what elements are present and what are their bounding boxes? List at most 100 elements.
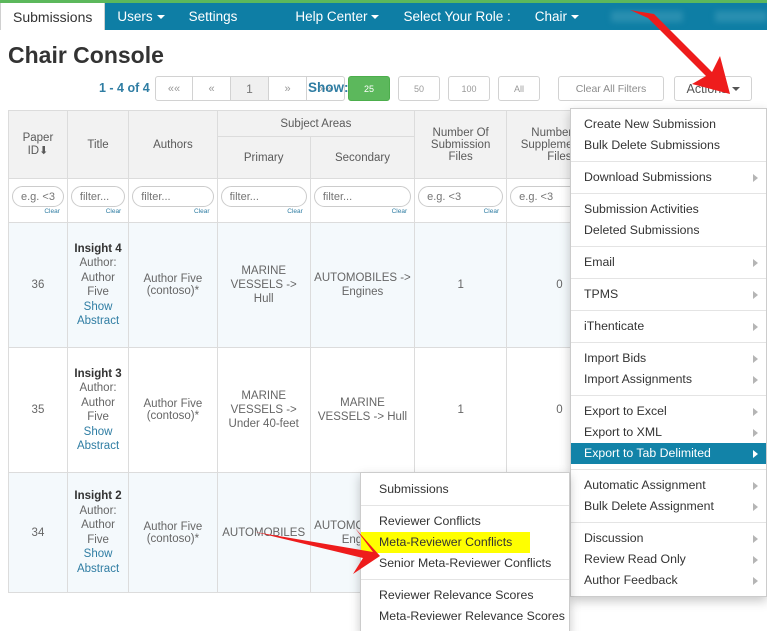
menu-item-download-submissions[interactable]: Download Submissions — [571, 167, 766, 188]
page-size-50-button[interactable]: 50 — [398, 76, 440, 101]
table-toolbar: 1 - 4 of 4 «« « 1 » »» Show: 25 50 100 A… — [0, 76, 767, 104]
column-header-secondary[interactable]: Secondary — [309, 136, 416, 179]
cell-paper-id[interactable]: 34 — [8, 472, 68, 593]
filter-input-paper-id[interactable] — [12, 186, 64, 207]
column-header-authors[interactable]: Authors — [128, 110, 218, 179]
menu-item-ithenticate[interactable]: iThenticate — [571, 316, 766, 337]
menu-item-label: Review Read Only — [584, 552, 686, 566]
nav-item-submissions[interactable]: Submissions — [0, 3, 106, 30]
submenu-item-senior-meta-reviewer-conflicts[interactable]: Senior Meta-Reviewer Conflicts — [361, 553, 569, 574]
filter-input-title[interactable] — [70, 186, 126, 207]
filter-input-submission-files[interactable] — [418, 186, 504, 207]
menu-item-bulk-delete-submissions[interactable]: Bulk Delete Submissions — [571, 135, 766, 156]
filter-clear-authors[interactable]: Clear — [132, 208, 213, 215]
menu-item-import-bids[interactable]: Import Bids — [571, 348, 766, 369]
submenu-item-meta-reviewer-relevance-scores[interactable]: Meta-Reviewer Relevance Scores — [361, 606, 569, 627]
chevron-down-icon — [156, 14, 165, 19]
menu-item-submission-activities[interactable]: Submission Activities — [571, 199, 766, 220]
menu-item-label: Export to Excel — [584, 404, 667, 418]
filter-input-secondary[interactable] — [313, 186, 412, 207]
filter-input-primary[interactable] — [220, 186, 307, 207]
submenu-item-meta-reviewer-conflicts[interactable]: Meta-Reviewer Conflicts — [361, 532, 531, 553]
filter-input-authors[interactable] — [132, 186, 214, 207]
menu-item-export-to-excel[interactable]: Export to Excel — [571, 401, 766, 422]
abstract-link[interactable]: Abstract — [71, 562, 125, 577]
export-tab-delimited-submenu: Submissions Reviewer Conflicts Meta-Revi… — [360, 472, 570, 631]
column-header-paper-id[interactable]: Paper ID⬇ — [8, 110, 68, 179]
nav-item-users[interactable]: Users — [105, 3, 176, 30]
menu-divider — [571, 522, 766, 523]
filter-cell-primary: Clear — [216, 178, 311, 223]
pager-first-button[interactable]: «« — [155, 76, 193, 101]
cell-primary-subject: MARINE VESSELS -> Hull — [216, 222, 311, 348]
menu-item-author-feedback[interactable]: Author Feedback — [571, 570, 766, 591]
show-link[interactable]: Show — [71, 547, 125, 562]
cell-paper-id[interactable]: 36 — [8, 222, 68, 348]
page-size-100-button[interactable]: 100 — [448, 76, 490, 101]
cell-submission-files[interactable]: 1 — [414, 222, 508, 348]
menu-item-label: TPMS — [584, 287, 619, 301]
cell-title: Insight 2 Author: Author Five Show Abstr… — [66, 472, 130, 593]
redacted-user-name — [611, 11, 684, 22]
menu-item-label: Export to XML — [584, 425, 662, 439]
chevron-right-icon — [753, 174, 758, 182]
show-link[interactable]: Show — [71, 425, 125, 440]
menu-item-review-read-only[interactable]: Review Read Only — [571, 549, 766, 570]
chevron-down-icon — [371, 14, 380, 19]
filter-clear-secondary[interactable]: Clear — [314, 208, 411, 215]
menu-item-automatic-assignment[interactable]: Automatic Assignment — [571, 475, 766, 496]
menu-divider — [571, 161, 766, 162]
menu-item-export-to-xml[interactable]: Export to XML — [571, 422, 766, 443]
page-size-all-button[interactable]: All — [498, 76, 540, 101]
pager-next-button[interactable]: » — [269, 76, 307, 101]
show-link[interactable]: Show — [71, 300, 125, 315]
submenu-item-reviewer-conflicts[interactable]: Reviewer Conflicts — [361, 511, 569, 532]
menu-item-tpms[interactable]: TPMS — [571, 284, 766, 305]
column-header-title[interactable]: Title — [66, 110, 130, 179]
author-line: Author: Author Five — [79, 382, 117, 423]
actions-dropdown-menu: Create New Submission Bulk Delete Submis… — [570, 108, 767, 597]
menu-item-deleted-submissions[interactable]: Deleted Submissions — [571, 220, 766, 241]
nav-item-settings[interactable]: Settings — [177, 3, 250, 30]
cell-submission-files[interactable]: 1 — [414, 347, 508, 473]
menu-item-create-new-submission[interactable]: Create New Submission — [571, 114, 766, 135]
filter-clear-paper-id[interactable]: Clear — [12, 208, 64, 215]
pager-page-1-button[interactable]: 1 — [231, 76, 269, 101]
menu-item-label: Author Feedback — [584, 573, 678, 587]
cell-title: Insight 3 Author: Author Five Show Abstr… — [66, 347, 130, 473]
menu-item-label: Import Bids — [584, 351, 647, 365]
chevron-right-icon — [753, 291, 758, 299]
abstract-link[interactable]: Abstract — [71, 439, 125, 454]
filter-clear-title[interactable]: Clear — [71, 208, 125, 215]
nav-item-label: Help Center — [295, 9, 368, 24]
chevron-right-icon — [753, 450, 758, 458]
cell-secondary-subject: AUTOMOBILES -> Engines — [309, 222, 416, 348]
nav-item-label: Users — [117, 9, 153, 24]
page-size-25-button[interactable]: 25 — [348, 76, 390, 101]
menu-item-label: Download Submissions — [584, 170, 712, 184]
pager-prev-button[interactable]: « — [193, 76, 231, 101]
menu-item-email[interactable]: Email — [571, 252, 766, 273]
cell-paper-id[interactable]: 35 — [8, 347, 68, 473]
menu-item-export-to-tab-delimited[interactable]: Export to Tab Delimited — [571, 443, 766, 464]
menu-divider — [361, 579, 569, 580]
nav-item-label: Submissions — [13, 8, 93, 25]
submenu-item-reviewer-relevance-scores[interactable]: Reviewer Relevance Scores — [361, 585, 569, 606]
submenu-item-submissions[interactable]: Submissions — [361, 479, 569, 500]
menu-item-discussion[interactable]: Discussion — [571, 528, 766, 549]
chevron-right-icon — [753, 355, 758, 363]
abstract-link[interactable]: Abstract — [71, 314, 125, 329]
column-header-submission-files[interactable]: Number Of Submission Files — [414, 110, 508, 179]
clear-all-filters-button[interactable]: Clear All Filters — [558, 76, 664, 101]
menu-item-bulk-delete-assignment[interactable]: Bulk Delete Assignment — [571, 496, 766, 517]
cell-authors: Author Five (contoso)* — [128, 347, 218, 473]
nav-item-role-chair[interactable]: Chair — [523, 3, 591, 30]
column-header-primary[interactable]: Primary — [216, 136, 311, 179]
filter-clear-submission-files[interactable]: Clear — [418, 208, 503, 215]
filter-clear-primary[interactable]: Clear — [221, 208, 307, 215]
actions-button[interactable]: Actions — [674, 76, 752, 101]
menu-item-import-assignments[interactable]: Import Assignments — [571, 369, 766, 390]
nav-item-help-center[interactable]: Help Center — [283, 3, 391, 30]
cell-authors: Author Five (contoso)* — [128, 222, 218, 348]
